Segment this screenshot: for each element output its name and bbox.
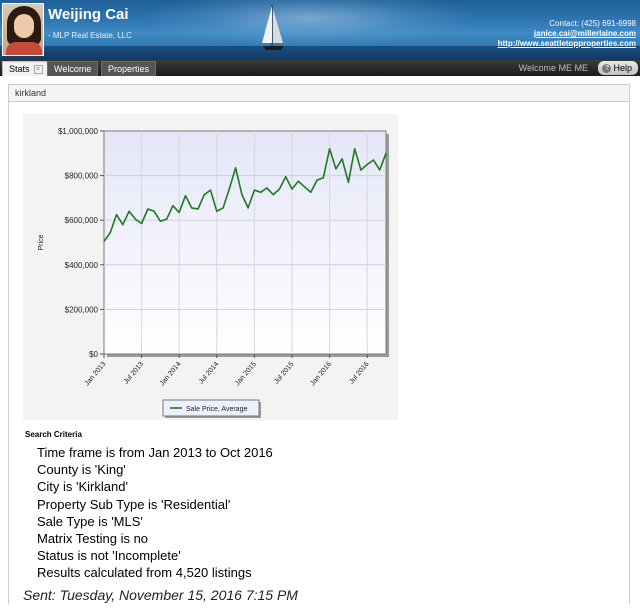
y-tick-label: $200,000 [65, 305, 99, 314]
sent-timestamp: Sent: Tuesday, November 15, 2016 7:15 PM [23, 587, 298, 603]
data-point [141, 222, 143, 225]
criteria-title: Search Criteria [25, 430, 82, 439]
data-point [285, 176, 287, 178]
criteria-list: Time frame is from Jan 2013 to Oct 2016 … [37, 444, 273, 582]
data-point [191, 207, 193, 209]
data-point [247, 207, 249, 209]
tab-bar: Stats × Welcome Properties Welcome ME ME … [0, 60, 640, 76]
x-tick-label: Jul 2016 [348, 361, 370, 386]
contact-phone: Contact: (425) 691-6998 [549, 19, 636, 28]
data-point [103, 240, 105, 242]
data-point [241, 193, 243, 196]
tab-welcome-label: Welcome [54, 64, 92, 74]
data-point [322, 177, 324, 179]
data-point [341, 158, 343, 160]
data-point [303, 186, 306, 188]
data-point [109, 231, 111, 234]
criteria-line: Time frame is from Jan 2013 to Oct 2016 [37, 445, 273, 460]
y-tick-label: $0 [89, 350, 98, 359]
y-tick-label: $1,000,000 [58, 127, 99, 136]
data-point [216, 210, 218, 212]
data-point [228, 188, 230, 190]
data-point [360, 169, 362, 171]
company-name: - MLP Real Estate, LLC [48, 31, 132, 40]
x-tick-label: Jul 2014 [198, 361, 220, 386]
data-point [172, 205, 174, 207]
data-point [197, 208, 199, 210]
data-point [153, 210, 155, 212]
data-point [347, 181, 349, 183]
x-tick-label: Jan 2013 [84, 361, 108, 388]
data-point [159, 220, 161, 222]
data-point [134, 218, 136, 220]
data-point [354, 148, 356, 150]
data-point [366, 163, 368, 166]
contact-info: Contact: (425) 691-6998 janice.cai@mille… [498, 19, 636, 49]
data-point [184, 195, 187, 197]
data-point [260, 191, 262, 193]
data-point [222, 207, 224, 209]
data-point [122, 224, 124, 226]
data-point [372, 159, 375, 161]
data-point [310, 191, 312, 193]
data-point [128, 210, 130, 212]
help-icon: ? [602, 64, 612, 74]
data-point [316, 179, 318, 181]
data-point [272, 193, 274, 196]
criteria-line: Sale Type is 'MLS' [37, 513, 143, 529]
criteria-line: Status is not 'Incomplete' [37, 548, 181, 564]
price-chart: $0 $200,000 $400,000 $600,000 $800,000 $1,000… [38, 127, 389, 418]
data-point [203, 193, 205, 196]
data-point [335, 168, 337, 170]
city-bar: kirkland [8, 84, 630, 102]
data-point [278, 188, 281, 190]
data-point [291, 188, 293, 190]
data-point [115, 214, 118, 216]
email-link[interactable]: janice.cai@millerlaine.com [498, 29, 636, 39]
data-point [329, 148, 331, 150]
website-link[interactable]: http://www.seattletopproperties.com [498, 39, 636, 49]
data-point [235, 167, 237, 169]
tab-properties-label: Properties [108, 64, 150, 74]
x-tick-label: Jan 2014 [159, 361, 183, 388]
data-point [266, 187, 268, 189]
tab-welcome[interactable]: Welcome [47, 61, 99, 76]
data-point [209, 189, 212, 191]
criteria-line: Matrix Testing is no [37, 531, 149, 547]
x-tick-label: Jul 2015 [273, 361, 295, 386]
y-axis-label: Price [38, 234, 45, 250]
criteria-line: Property Sub Type is 'Residential' [37, 496, 231, 512]
data-point [297, 180, 299, 182]
data-point [147, 208, 149, 210]
tab-properties[interactable]: Properties [101, 61, 157, 76]
header-banner: Weijing Cai - MLP Real Estate, LLC Conta… [0, 0, 640, 60]
welcome-text: Welcome ME ME [518, 63, 588, 73]
criteria-line: City is 'Kirkland' [37, 479, 128, 495]
agent-name: Weijing Cai [48, 6, 129, 23]
y-tick-label: $600,000 [65, 216, 99, 225]
help-label: Help [613, 63, 632, 73]
criteria-line: County is 'King' [37, 462, 126, 478]
data-point [379, 169, 381, 171]
data-point [385, 152, 387, 154]
x-tick-label: Jan 2015 [234, 361, 258, 388]
data-point [253, 189, 255, 191]
criteria-line: Results calculated from 4,520 listings [37, 565, 252, 581]
x-tick-label: Jan 2016 [309, 361, 333, 388]
y-tick-label: $800,000 [65, 172, 99, 181]
data-point [178, 211, 180, 213]
legend-label: Sale Price, Average [186, 406, 247, 413]
close-icon[interactable]: × [33, 65, 43, 75]
avatar [2, 3, 44, 56]
tab-stats[interactable]: Stats × [2, 61, 50, 76]
help-button[interactable]: ? Help [598, 61, 638, 75]
tab-stats-label: Stats [9, 64, 30, 74]
data-point [166, 218, 168, 220]
sailboat-icon [262, 5, 284, 50]
y-tick-label: $400,000 [65, 261, 99, 270]
chart-container: $0 $200,000 $400,000 $600,000 $800,000 $1,000… [23, 114, 398, 420]
x-tick-label: Jul 2013 [123, 361, 145, 386]
